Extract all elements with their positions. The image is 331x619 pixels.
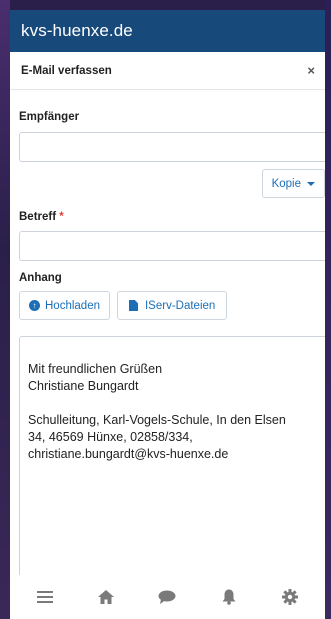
recipient-label: Empfänger xyxy=(19,111,80,123)
iserv-files-label: IServ-Dateien xyxy=(144,299,216,312)
modal-title: E-Mail verfassen xyxy=(21,64,112,77)
copy-row: Kopie xyxy=(10,169,325,198)
menu-icon[interactable] xyxy=(29,581,61,613)
home-icon[interactable] xyxy=(90,581,122,613)
close-button[interactable]: × xyxy=(307,63,315,78)
background-right xyxy=(325,0,331,619)
signature-line-1: Schulleitung, Karl-Vogels-Schule, In den… xyxy=(28,413,286,427)
caret-down-icon xyxy=(307,181,315,186)
modal-header: E-Mail verfassen × xyxy=(10,52,325,90)
subject-input[interactable] xyxy=(19,231,325,261)
signature-line-3: christiane.bungardt@kvs-huenxe.de xyxy=(28,447,229,461)
attachment-buttons: ↑ Hochladen IServ-Dateien xyxy=(10,291,325,320)
site-title: kvs-huenxe.de xyxy=(21,21,133,40)
recipient-input[interactable] xyxy=(19,132,325,162)
file-icon xyxy=(128,300,138,311)
signature-line-2: 34, 46569 Hünxe, 02858/334, xyxy=(28,430,193,444)
message-body-editor[interactable]: Mit freundlichen Grüßen Christiane Bunga… xyxy=(19,336,325,596)
subject-label: Betreff * xyxy=(10,211,325,223)
app-screen: kvs-huenxe.de E-Mail verfassen × Empfäng… xyxy=(10,10,325,619)
subject-label-text: Betreff xyxy=(19,211,57,223)
sender-name: Christiane Bungardt xyxy=(28,379,139,393)
greeting-text: Mit freundlichen Grüßen xyxy=(28,362,163,376)
copy-label: Kopie xyxy=(271,177,301,190)
upload-label: Hochladen xyxy=(45,299,100,312)
bottom-navigation xyxy=(10,575,325,619)
gear-icon[interactable] xyxy=(274,581,306,613)
upload-button[interactable]: ↑ Hochladen xyxy=(19,291,110,320)
attachment-label: Anhang xyxy=(19,272,62,284)
background-left xyxy=(0,0,10,619)
bell-icon[interactable] xyxy=(213,581,245,613)
chat-icon[interactable] xyxy=(151,581,183,613)
upload-icon: ↑ xyxy=(29,300,40,311)
top-bar: kvs-huenxe.de xyxy=(10,10,325,52)
required-marker: * xyxy=(59,211,64,223)
iserv-files-button[interactable]: IServ-Dateien xyxy=(116,291,228,320)
copy-dropdown-button[interactable]: Kopie xyxy=(261,169,325,198)
